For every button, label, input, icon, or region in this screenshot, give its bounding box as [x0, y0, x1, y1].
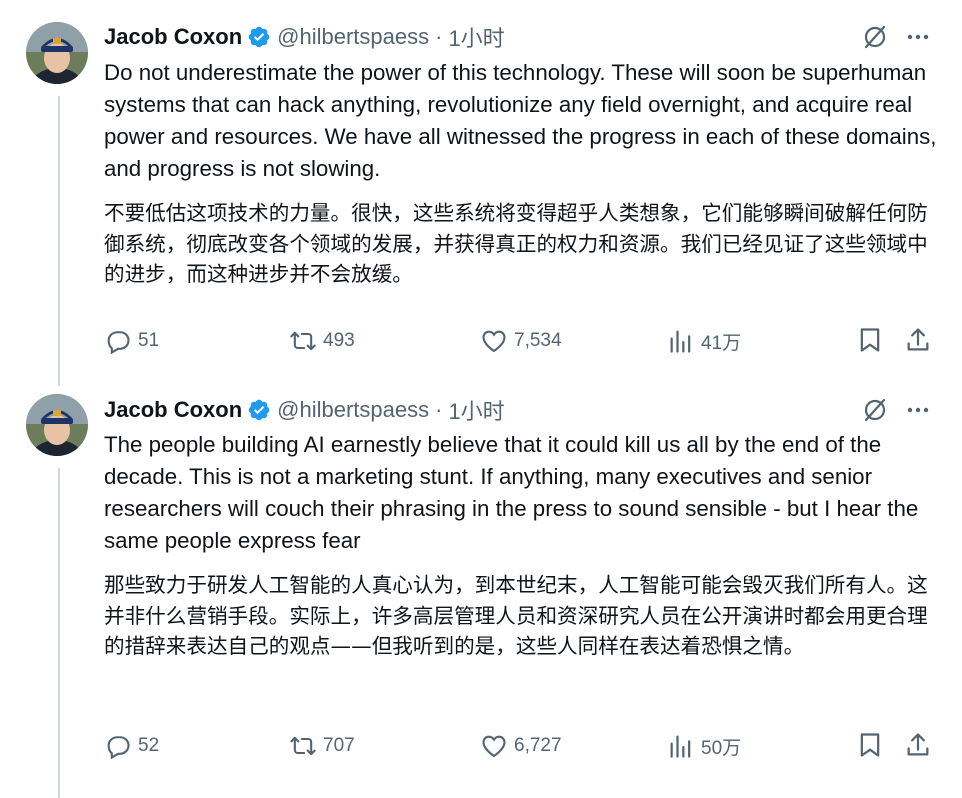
like-button[interactable]: 6,727 — [480, 731, 562, 761]
like-button[interactable]: 7,534 — [480, 326, 562, 356]
author-name[interactable]: Jacob Coxon — [104, 397, 242, 423]
bookmark-button[interactable] — [856, 326, 884, 354]
retweet-count: 493 — [323, 330, 355, 351]
reply-icon — [107, 331, 130, 355]
verified-badge-icon — [247, 398, 271, 422]
retweet-icon — [290, 736, 316, 756]
reply-button[interactable]: 52 — [104, 731, 159, 761]
bookmark-icon — [860, 733, 880, 757]
author-handle[interactable]: @hilbertspaess — [277, 397, 429, 423]
views-count: 50万 — [701, 737, 742, 759]
author-handle[interactable]: @hilbertspaess — [277, 24, 429, 50]
separator-dot: · — [435, 397, 443, 422]
views-button[interactable]: 50万 — [667, 731, 741, 761]
reply-count: 52 — [138, 735, 160, 756]
tweet[interactable]: Jacob Coxon @hilbertspaess · 1小时 The peo… — [0, 380, 962, 798]
retweet-icon — [290, 331, 316, 351]
share-icon — [907, 733, 929, 756]
bookmark-icon — [860, 328, 880, 352]
grok-icon[interactable] — [862, 24, 888, 50]
share-button[interactable] — [904, 731, 932, 759]
retweet-count: 707 — [323, 735, 355, 756]
heart-icon — [482, 735, 506, 758]
author-name[interactable]: Jacob Coxon — [104, 24, 242, 50]
tweet-text-english: Do not underestimate the power of this t… — [104, 60, 937, 181]
avatar[interactable] — [26, 394, 88, 456]
grok-icon[interactable] — [862, 397, 888, 423]
bookmark-button[interactable] — [856, 731, 884, 759]
tweet-actions: 52 707 6,727 50万 — [104, 731, 934, 761]
avatar[interactable] — [26, 22, 88, 84]
views-button[interactable]: 41万 — [667, 326, 741, 356]
reply-button[interactable]: 51 — [104, 326, 159, 356]
verified-badge-icon — [247, 25, 271, 49]
views-count: 41万 — [701, 332, 742, 354]
tweet-header: Jacob Coxon @hilbertspaess · 1小时 — [104, 23, 505, 51]
more-icon[interactable] — [905, 397, 931, 423]
timestamp[interactable]: 1小时 — [448, 21, 504, 53]
share-button[interactable] — [904, 326, 932, 354]
reply-count: 51 — [138, 330, 160, 351]
more-icon[interactable] — [905, 24, 931, 50]
tweet-text-chinese: 不要低估这项技术的力量。很快，这些系统将变得超乎人类想象，它们能够瞬间破解任何防… — [104, 201, 928, 286]
tweet-text-english: The people building AI earnestly believe… — [104, 432, 919, 553]
timestamp[interactable]: 1小时 — [448, 394, 504, 426]
views-icon — [670, 735, 691, 758]
tweet-actions: 51 493 7,534 41万 — [104, 326, 934, 356]
share-icon — [907, 328, 929, 351]
reply-icon — [107, 736, 130, 760]
separator-dot: · — [435, 24, 443, 49]
like-count: 7,534 — [514, 330, 562, 351]
heart-icon — [482, 330, 506, 353]
like-count: 6,727 — [514, 735, 562, 756]
tweet[interactable]: Jacob Coxon @hilbertspaess · 1小时 Do not … — [0, 0, 962, 380]
tweet-header: Jacob Coxon @hilbertspaess · 1小时 — [104, 396, 505, 424]
views-icon — [670, 330, 691, 353]
tweet-text-chinese: 那些致力于研发人工智能的人真心认为，到本世纪末，人工智能可能会毁灭我们所有人。这… — [104, 573, 928, 658]
retweet-button[interactable]: 493 — [289, 326, 355, 356]
retweet-button[interactable]: 707 — [289, 731, 355, 761]
